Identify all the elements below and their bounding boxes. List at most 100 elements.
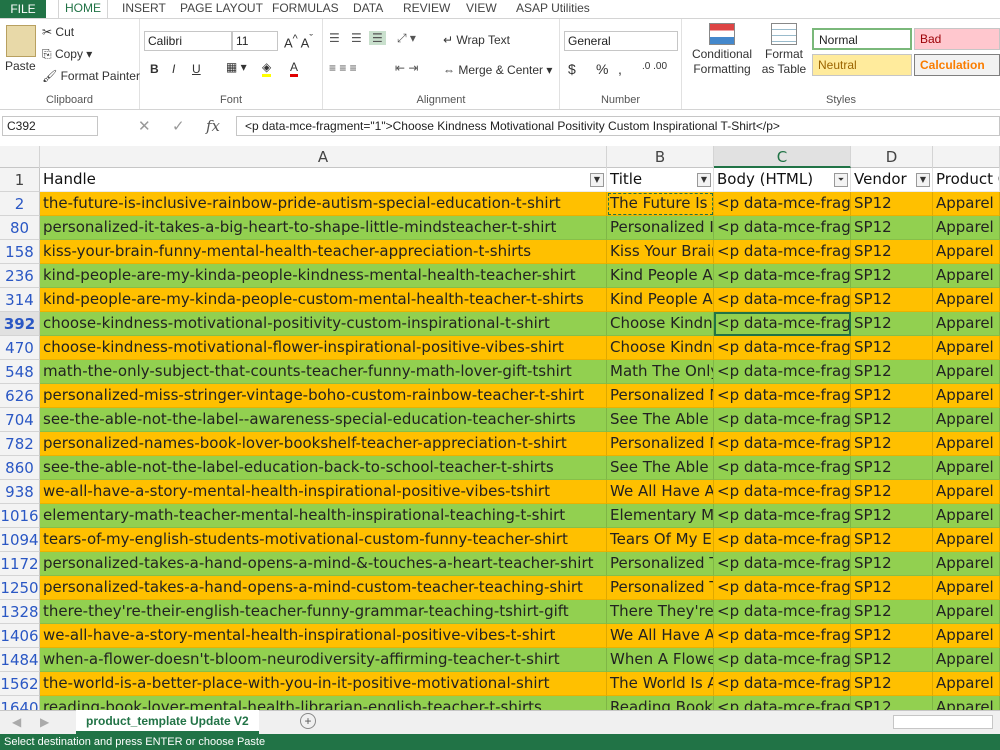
cell-handle[interactable]: reading-book-lover-mental-health-librari… xyxy=(40,696,607,710)
cell-title[interactable]: There They're Their xyxy=(607,600,714,624)
cell-title[interactable]: The Future Is Inclusive xyxy=(607,192,714,216)
cell-title[interactable]: Tears Of My English xyxy=(607,528,714,552)
cell-body-html[interactable]: <p data-mce-fragment xyxy=(714,624,851,648)
cell-vendor[interactable]: SP12 xyxy=(851,216,933,240)
cell-title[interactable]: Personalized It xyxy=(607,216,714,240)
row-number[interactable]: 2 xyxy=(0,192,40,216)
cell-handle[interactable]: see-the-able-not-the-label--awareness-sp… xyxy=(40,408,607,432)
row-number[interactable]: 158 xyxy=(0,240,40,264)
cell-product-category[interactable]: Apparel xyxy=(933,576,1000,600)
header-cell-product-category[interactable]: Product C xyxy=(933,168,1000,192)
cell-title[interactable]: We All Have A xyxy=(607,480,714,504)
style-normal[interactable]: Normal xyxy=(812,28,912,50)
decimal-icon[interactable]: .0 .00 xyxy=(642,61,667,72)
percent-button[interactable]: % xyxy=(596,61,608,77)
cell-product-category[interactable]: Apparel xyxy=(933,672,1000,696)
cell-vendor[interactable]: SP12 xyxy=(851,288,933,312)
cell-title[interactable]: See The Able Not xyxy=(607,408,714,432)
row-number[interactable]: 1484 xyxy=(0,648,40,672)
cell-vendor[interactable]: SP12 xyxy=(851,576,933,600)
cell-handle[interactable]: there-they're-their-english-teacher-funn… xyxy=(40,600,607,624)
row-number[interactable]: 1 xyxy=(0,168,40,192)
cell-body-html[interactable]: <p data-mce-fragment xyxy=(714,312,851,336)
cell-vendor[interactable]: SP12 xyxy=(851,264,933,288)
row-number[interactable]: 236 xyxy=(0,264,40,288)
cell-handle[interactable]: kind-people-are-my-kinda-people-kindness… xyxy=(40,264,607,288)
cell-vendor[interactable]: SP12 xyxy=(851,432,933,456)
cell-title[interactable]: Choose Kindness xyxy=(607,312,714,336)
cell-product-category[interactable]: Apparel xyxy=(933,384,1000,408)
format-as-table-button[interactable]: Format as Table xyxy=(758,23,810,77)
row-number[interactable]: 314 xyxy=(0,288,40,312)
cell-body-html[interactable]: <p data-mce-fragment xyxy=(714,432,851,456)
cell-handle[interactable]: kind-people-are-my-kinda-people-custom-m… xyxy=(40,288,607,312)
align-middle-icon[interactable]: ☰ xyxy=(351,31,362,45)
currency-button[interactable]: $ xyxy=(568,61,576,77)
cell-body-html[interactable]: <p data-mce-fragment xyxy=(714,672,851,696)
row-number[interactable]: 938 xyxy=(0,480,40,504)
cell-vendor[interactable]: SP12 xyxy=(851,648,933,672)
style-neutral[interactable]: Neutral xyxy=(812,54,912,76)
tab-insert[interactable]: INSERT xyxy=(116,0,172,18)
cell-title[interactable]: Choose Kindness xyxy=(607,336,714,360)
filter-active-icon[interactable]: ⏷ xyxy=(834,173,848,187)
header-cell-handle[interactable]: Handle ▼ xyxy=(40,168,607,192)
cell-body-html[interactable]: <p data-mce-fragment xyxy=(714,360,851,384)
paste-button[interactable]: Paste xyxy=(5,59,36,73)
header-cell-vendor[interactable]: Vendor ▼ xyxy=(851,168,933,192)
cell-handle[interactable]: kiss-your-brain-funny-mental-health-teac… xyxy=(40,240,607,264)
cell-title[interactable]: We All Have A xyxy=(607,624,714,648)
cell-handle[interactable]: personalized-names-book-lover-bookshelf-… xyxy=(40,432,607,456)
prev-sheet-icon[interactable]: ◀ xyxy=(12,715,21,729)
cell-product-category[interactable]: Apparel xyxy=(933,624,1000,648)
cell-handle[interactable]: personalized-miss-stringer-vintage-boho-… xyxy=(40,384,607,408)
tab-asap-utilities[interactable]: ASAP Utilities xyxy=(510,0,596,18)
cell-vendor[interactable]: SP12 xyxy=(851,192,933,216)
cell-vendor[interactable]: SP12 xyxy=(851,240,933,264)
filter-dropdown-icon[interactable]: ▼ xyxy=(916,173,930,187)
cell-title[interactable]: When A Flower xyxy=(607,648,714,672)
filter-dropdown-icon[interactable]: ▼ xyxy=(697,173,711,187)
font-grow-button[interactable]: A^ Aˇ xyxy=(284,33,313,50)
cell-title[interactable]: Personalized Takes xyxy=(607,576,714,600)
cell-product-category[interactable]: Apparel xyxy=(933,288,1000,312)
cell-handle[interactable]: elementary-math-teacher-mental-health-in… xyxy=(40,504,607,528)
cell-vendor[interactable]: SP12 xyxy=(851,600,933,624)
row-number[interactable]: 626 xyxy=(0,384,40,408)
cell-product-category[interactable]: Apparel xyxy=(933,216,1000,240)
cell-body-html[interactable]: <p data-mce-fragment xyxy=(714,648,851,672)
cell-body-html[interactable]: <p data-mce-fragment xyxy=(714,384,851,408)
cell-product-category[interactable]: Apparel xyxy=(933,480,1000,504)
row-number[interactable]: 470 xyxy=(0,336,40,360)
cell-title[interactable]: Personalized Miss xyxy=(607,384,714,408)
cell-product-category[interactable]: Apparel xyxy=(933,264,1000,288)
row-number[interactable]: 392 xyxy=(0,312,40,336)
cell-handle[interactable]: see-the-able-not-the-label-education-bac… xyxy=(40,456,607,480)
cell-handle[interactable]: personalized-takes-a-hand-opens-a-mind-c… xyxy=(40,576,607,600)
bold-button[interactable]: B xyxy=(150,62,159,76)
cell-body-html[interactable]: <p data-mce-fragment xyxy=(714,552,851,576)
select-all-corner[interactable] xyxy=(0,146,40,168)
tab-view[interactable]: VIEW xyxy=(460,0,503,18)
cell-product-category[interactable]: Apparel xyxy=(933,696,1000,710)
number-format-dropdown[interactable]: General xyxy=(564,31,678,51)
row-number[interactable]: 1640 xyxy=(0,696,40,710)
cell-handle[interactable]: when-a-flower-doesn't-bloom-neurodiversi… xyxy=(40,648,607,672)
row-number[interactable]: 704 xyxy=(0,408,40,432)
cell-body-html[interactable]: <p data-mce-fragment xyxy=(714,264,851,288)
cell-vendor[interactable]: SP12 xyxy=(851,360,933,384)
cell-vendor[interactable]: SP12 xyxy=(851,312,933,336)
filter-dropdown-icon[interactable]: ▼ xyxy=(590,173,604,187)
cell-vendor[interactable]: SP12 xyxy=(851,696,933,710)
fx-icon[interactable]: fx xyxy=(206,117,220,135)
cell-body-html[interactable]: <p data-mce-fragment xyxy=(714,408,851,432)
cell-handle[interactable]: the-world-is-a-better-place-with-you-in-… xyxy=(40,672,607,696)
add-sheet-icon[interactable]: + xyxy=(300,713,316,729)
cell-vendor[interactable]: SP12 xyxy=(851,336,933,360)
cell-handle[interactable]: the-future-is-inclusive-rainbow-pride-au… xyxy=(40,192,607,216)
column-header-a[interactable]: A xyxy=(40,146,607,168)
font-name-dropdown[interactable]: Calibri xyxy=(144,31,232,51)
cell-body-html[interactable]: <p data-mce-fragment xyxy=(714,216,851,240)
cell-body-html[interactable]: <p data-mce-fragment xyxy=(714,288,851,312)
sheet-tab-active[interactable]: product_template Update V2 xyxy=(76,710,259,734)
